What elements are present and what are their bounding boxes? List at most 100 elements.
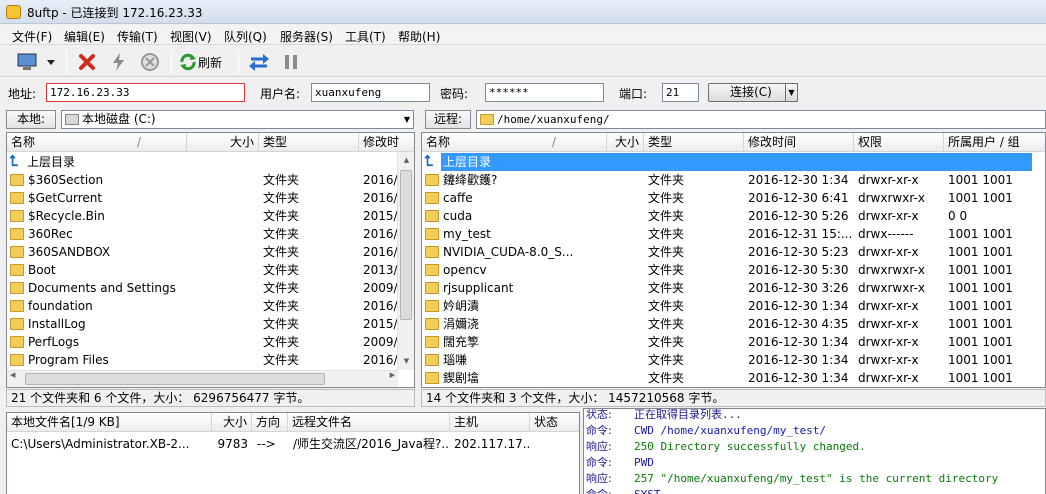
file-type: 文件夹 (648, 353, 685, 367)
table-row[interactable]: Documents and Settings 文件夹 2009/7 (7, 279, 414, 297)
file-name: cuda (443, 209, 473, 223)
refresh-icon (180, 53, 196, 71)
file-permissions: drwxr-xr-x (858, 353, 919, 367)
drive-icon (65, 114, 79, 125)
local-path-text: 本地磁盘 (C:) (82, 112, 156, 126)
file-name: $GetCurrent (28, 191, 103, 205)
table-row[interactable]: rjsupplicant 文件夹 2016-12-30 3:26 drwxrwxr-x… (422, 279, 1045, 297)
menu-help[interactable]: 帮助(H) (398, 28, 440, 45)
site-manager-button[interactable] (14, 50, 40, 74)
local-list-header: 名称 / 大小 类型 修改时 (7, 133, 414, 152)
table-row[interactable]: 瑙嗛 文件夹 2016-12-30 1:34 drwxr-xr-x 1001 1001 (422, 351, 1045, 369)
up-arrow-icon: ⮤ (424, 152, 433, 170)
col-header-host[interactable]: 主机 (450, 413, 530, 432)
connect-button[interactable]: 连接(C) (708, 83, 794, 102)
table-row[interactable]: 360Rec 文件夹 2016/1 (7, 225, 414, 243)
col-header-owner[interactable]: 所属用户 / 组 (944, 133, 1045, 152)
connect-dropdown-button[interactable]: ▼ (785, 83, 798, 102)
table-row[interactable]: caffe 文件夹 2016-12-30 6:41 drwxrwxr-x 1001 10… (422, 189, 1045, 207)
folder-icon (10, 210, 24, 222)
col-header-size[interactable]: 大小 (212, 413, 252, 432)
pause-button[interactable] (277, 50, 305, 74)
table-row[interactable]: foundation 文件夹 2016/1 (7, 297, 414, 315)
table-row[interactable]: 360SANDBOX 文件夹 2016/1 (7, 243, 414, 261)
local-path-select[interactable]: 本地磁盘 (C:) ▼ (61, 110, 414, 129)
menu-server[interactable]: 服务器(S) (280, 28, 333, 45)
table-row[interactable]: InstallLog 文件夹 2015/1 (7, 315, 414, 333)
menu-queue[interactable]: 队列(Q) (224, 28, 267, 45)
menu-transfer[interactable]: 传输(T) (117, 28, 158, 45)
table-row[interactable]: cuda 文件夹 2016-12-30 5:26 drwxr-xr-x 0 0 (422, 207, 1045, 225)
queue-row[interactable]: C:\Users\Administrator.XB-2... 9783 --> … (7, 435, 579, 453)
table-row[interactable]: 妗岄潰 文件夹 2016-12-30 1:34 drwxr-xr-x 1001 1001 (422, 297, 1045, 315)
port-input[interactable]: 21 (662, 83, 699, 102)
table-row[interactable]: 鍥剧墖 文件夹 2016-12-30 1:34 drwxr-xr-x 1001 1001 (422, 369, 1045, 387)
transfer-button[interactable] (245, 50, 273, 74)
stop-button[interactable] (136, 50, 164, 74)
up-directory-row[interactable]: ⮤ 上层目录 (422, 153, 1045, 171)
local-tab[interactable]: 本地: (6, 110, 56, 129)
col-header-remote-file[interactable]: 远程文件名 (288, 413, 450, 432)
table-row[interactable]: Program Files 文件夹 2016/1 (7, 351, 414, 369)
col-header-size[interactable]: 大小 (187, 133, 259, 152)
scroll-left-arrow[interactable]: ◀ (10, 371, 15, 379)
col-header-name[interactable]: 名称 / (7, 133, 187, 152)
menu-tools[interactable]: 工具(T) (345, 28, 386, 45)
file-name: Program Files (28, 353, 109, 367)
table-row[interactable]: $GetCurrent 文件夹 2016/( (7, 189, 414, 207)
scroll-up-arrow[interactable]: ▲ (398, 152, 414, 169)
table-row[interactable]: PerfLogs 文件夹 2009/7 (7, 333, 414, 351)
col-header-type[interactable]: 类型 (259, 133, 359, 152)
transfer-queue: 本地文件名[1/9 KB] 大小 方向 远程文件名 主机 状态 C:\Users… (6, 412, 580, 494)
table-row[interactable]: 涓嬭浇 文件夹 2016-12-30 4:35 drwxr-xr-x 1001 1001 (422, 315, 1045, 333)
table-row[interactable]: 闊充箰 文件夹 2016-12-30 1:34 drwxr-xr-x 1001 1001 (422, 333, 1045, 351)
queue-local-file: C:\Users\Administrator.XB-2... (11, 437, 190, 451)
password-input[interactable]: ****** (485, 83, 604, 102)
col-header-modified[interactable]: 修改时间 (744, 133, 854, 152)
menu-file[interactable]: 文件(F) (12, 28, 52, 45)
folder-icon (425, 336, 439, 348)
disconnect-button[interactable] (73, 50, 101, 74)
col-header-name[interactable]: 名称 / (422, 133, 607, 152)
scroll-down-arrow[interactable]: ▼ (398, 353, 414, 370)
scroll-thumb[interactable] (25, 373, 325, 385)
col-header-status[interactable]: 状态 (530, 413, 579, 432)
local-vertical-scrollbar[interactable]: ▲ ▼ (397, 152, 414, 370)
file-name: Documents and Settings (28, 281, 176, 295)
col-header-size[interactable]: 大小 (607, 133, 644, 152)
remote-tab[interactable]: 远程: (425, 110, 471, 129)
username-input[interactable]: xuanxufeng (311, 83, 430, 102)
table-row[interactable]: $Recycle.Bin 文件夹 2015/1 (7, 207, 414, 225)
table-row[interactable]: opencv 文件夹 2016-12-30 5:30 drwxrwxr-x 1001 1… (422, 261, 1045, 279)
col-header-modified[interactable]: 修改时 (359, 133, 414, 152)
menu-edit[interactable]: 编辑(E) (64, 28, 105, 45)
table-row[interactable]: $360Section 文件夹 2016/8 (7, 171, 414, 189)
file-modified: 2016/1 (363, 299, 399, 313)
table-row[interactable]: Boot 文件夹 2013/1 (7, 261, 414, 279)
file-modified: 2016-12-30 6:41 (748, 191, 849, 205)
scroll-thumb[interactable] (400, 170, 412, 320)
up-directory-row[interactable]: ⮤ 上层目录 (7, 153, 414, 171)
scroll-right-arrow[interactable]: ▶ (390, 371, 395, 379)
quick-connect-button[interactable] (105, 50, 133, 74)
col-header-local-file[interactable]: 本地文件名[1/9 KB] (7, 413, 212, 432)
col-header-direction[interactable]: 方向 (252, 413, 288, 432)
file-type: 文件夹 (648, 173, 685, 187)
file-permissions: drwxr-xr-x (858, 335, 919, 349)
menu-view[interactable]: 视图(V) (170, 28, 212, 45)
folder-icon (425, 264, 439, 276)
site-dropdown-button[interactable] (44, 50, 58, 74)
file-name: InstallLog (28, 317, 86, 331)
remote-path-input[interactable]: /home/xuanxufeng/ (476, 110, 1046, 129)
table-row[interactable]: 鑳绛歡鑊? 文件夹 2016-12-30 1:34 drwxr-xr-x 1001 10… (422, 171, 1045, 189)
local-horizontal-scrollbar[interactable]: ◀ ▶ (7, 370, 398, 387)
table-row[interactable]: my_test 文件夹 2016-12-31 15:... drwx------ 100… (422, 225, 1045, 243)
refresh-button[interactable]: 刷新 (178, 50, 230, 74)
file-modified: 2016-12-30 5:23 (748, 245, 849, 259)
host-input[interactable]: 172.16.23.33 (46, 83, 245, 102)
table-row[interactable]: NVIDIA_CUDA-8.0_S... 文件夹 2016-12-30 5:23 dr… (422, 243, 1045, 261)
col-header-permissions[interactable]: 权限 (854, 133, 944, 152)
folder-icon (480, 114, 494, 125)
col-header-type[interactable]: 类型 (644, 133, 744, 152)
file-type: 文件夹 (263, 173, 300, 187)
